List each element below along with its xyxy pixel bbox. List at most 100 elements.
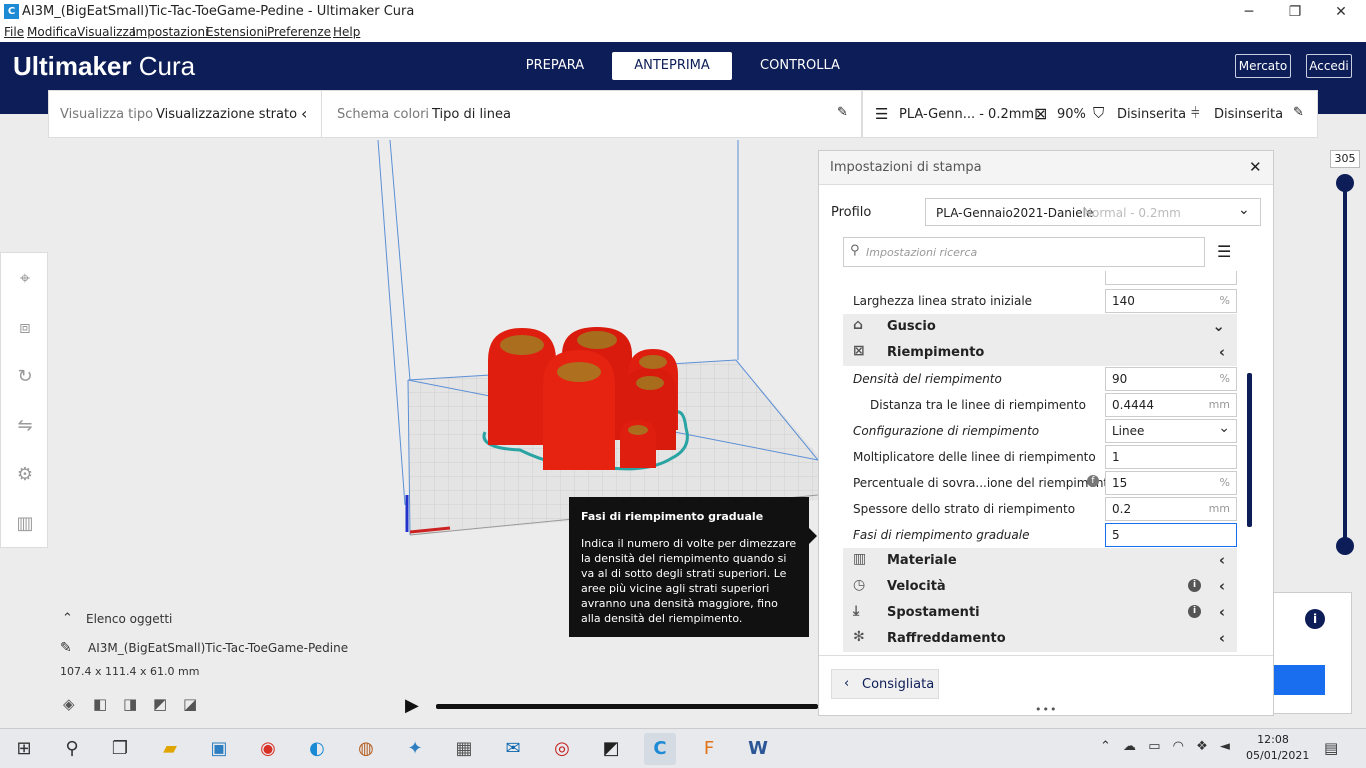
adhesion-icon: ⫩	[1191, 104, 1200, 122]
marketplace-button[interactable]: Mercato	[1235, 54, 1291, 78]
menu-preferenze[interactable]: Preferenze	[267, 25, 331, 39]
recommended-button[interactable]: ‹ Consigliata	[831, 669, 939, 699]
task-view-icon[interactable]: ❐	[104, 733, 136, 765]
edge-icon[interactable]: ◐	[301, 733, 333, 765]
settings-search-input[interactable]: ⚲ Impostazioni ricerca	[843, 237, 1205, 267]
category-raffreddamento[interactable]: ✻ Raffreddamento ‹	[843, 626, 1237, 652]
setting-row-line-multiplier[interactable]: Moltiplicatore delle linee di riempiment…	[849, 444, 1245, 470]
fusion-icon[interactable]: F	[693, 733, 725, 765]
info-icon[interactable]: i	[1305, 609, 1325, 629]
edit-pencil-icon[interactable]: ✎	[1293, 105, 1304, 120]
setting-row-infill-density[interactable]: Densità del riempimento 90%	[849, 366, 1245, 392]
category-materiale[interactable]: ▥ Materiale ‹	[843, 548, 1237, 574]
settings-scrollbar[interactable]	[1247, 373, 1252, 527]
setting-row-infill-pattern[interactable]: Configurazione di riempimento Linee ⌄	[849, 418, 1245, 444]
tab-anteprima[interactable]: ANTEPRIMA	[612, 52, 732, 80]
outlook-icon[interactable]: ✉	[497, 733, 529, 765]
menu-modifica[interactable]: Modifica	[27, 25, 77, 39]
windows-start-icon[interactable]: ⊞	[8, 733, 40, 765]
rotate-tool-icon[interactable]: ↻	[9, 361, 41, 393]
category-guscio[interactable]: ⌂ Guscio ⌄	[843, 314, 1237, 340]
chevron-up-icon[interactable]: ⌃	[62, 611, 73, 626]
color-scheme-label: Schema colori	[337, 107, 430, 122]
view-left-icon[interactable]: ◩	[153, 695, 167, 713]
object-list-toggle[interactable]: Elenco oggetti	[86, 612, 172, 626]
restore-button[interactable]: ❐	[1272, 2, 1318, 22]
tab-prepara[interactable]: PREPARA	[512, 52, 598, 80]
cloud-icon: ☁	[1123, 739, 1137, 754]
red-app-icon[interactable]: ◎	[546, 733, 578, 765]
tab-controlla[interactable]: CONTROLLA	[750, 52, 850, 80]
setting-row-overlap[interactable]: Percentuale di sovra...ione del riempime…	[849, 470, 1245, 496]
print-setup-bar[interactable]: ☰ PLA-Genn... - 0.2mm ⊠ 90% ⛉ Disinserit…	[862, 90, 1318, 138]
view-type-dropdown[interactable]: Visualizzazione strato	[156, 107, 297, 122]
action-panel: i	[1272, 592, 1352, 714]
edit-pencil-icon[interactable]: ✎	[837, 105, 848, 120]
view-front-icon[interactable]: ◧	[93, 695, 107, 713]
scale-tool-icon[interactable]: ⧈	[9, 312, 41, 344]
edit-pencil-icon[interactable]: ✎	[60, 640, 72, 656]
calculator-icon[interactable]: ▦	[448, 733, 480, 765]
infill-icon: ⊠	[853, 343, 865, 359]
setting-row-gradual-steps[interactable]: Fasi di riempimento graduale 5	[849, 522, 1245, 548]
system-tray[interactable]: ⌃ ☁ ▭ ◠ ❖ ◄	[1100, 739, 1230, 754]
profile-detail: Normal - 0.2mm	[1083, 206, 1181, 220]
close-icon[interactable]: ✕	[1249, 158, 1262, 176]
menu-visualizza[interactable]: Visualizza	[77, 25, 136, 39]
menu-help[interactable]: Help	[333, 25, 360, 39]
support-blocker-icon[interactable]: ▥	[9, 508, 41, 540]
signin-button[interactable]: Accedi	[1306, 54, 1352, 78]
category-spostamenti[interactable]: ⤓ Spostamenti i ‹	[843, 600, 1237, 626]
file-explorer-icon[interactable]: ▰	[154, 733, 186, 765]
search-icon[interactable]: ⚲	[56, 733, 88, 765]
category-velocita[interactable]: ◷ Velocità i ‹	[843, 574, 1237, 600]
path-slider[interactable]	[436, 704, 818, 709]
word-icon[interactable]: W	[742, 733, 774, 765]
setting-row-layer-thickness[interactable]: Spessore dello strato di riempimento 0.2…	[849, 496, 1245, 522]
menu-impostazioni[interactable]: Impostazioni	[132, 25, 208, 39]
color-scheme-dropdown[interactable]: Tipo di linea	[432, 107, 511, 122]
settings-menu-icon[interactable]: ☰	[1217, 242, 1231, 261]
setting-row-line-distance[interactable]: Distanza tra le linee di riempimento 0.4…	[849, 392, 1245, 418]
close-window-button[interactable]: ✕	[1318, 2, 1364, 22]
view-right-icon[interactable]: ◪	[183, 695, 197, 713]
profile-label: Profilo	[831, 205, 872, 220]
function-icon: f	[1087, 475, 1099, 487]
setting-row[interactable]: Larghezza linea strato iniziale 140%	[849, 288, 1245, 314]
per-model-settings-icon[interactable]: ⚙	[9, 459, 41, 491]
play-icon[interactable]: ▶	[405, 695, 419, 716]
chevron-left-icon: ‹	[1218, 603, 1225, 621]
layer-slider-track[interactable]	[1343, 182, 1347, 546]
category-riempimento[interactable]: ⊠ Riempimento ‹	[843, 340, 1237, 366]
profile-icon: ☰	[875, 105, 889, 123]
layer-slider-top-handle[interactable]	[1336, 174, 1354, 192]
move-tool-icon[interactable]: ⌖	[9, 263, 41, 295]
menu-file[interactable]: File	[4, 25, 24, 39]
photos-icon[interactable]: ▣	[203, 733, 235, 765]
view-top-icon[interactable]: ◨	[123, 695, 137, 713]
layer-top-value[interactable]: 305	[1330, 150, 1360, 168]
scrolled-row-fragment	[843, 271, 1239, 285]
slice-button[interactable]	[1273, 665, 1325, 695]
minimize-button[interactable]: ─	[1226, 2, 1272, 22]
app-icon[interactable]: ◍	[350, 733, 382, 765]
menu-estensioni[interactable]: Estensioni	[206, 25, 267, 39]
view-3d-icon[interactable]: ◈	[63, 695, 75, 713]
chevron-left-icon: ‹	[1218, 629, 1225, 647]
cura-taskbar-icon[interactable]: C	[644, 733, 676, 765]
settings-app-icon[interactable]: ✦	[399, 733, 431, 765]
sticky-notes-icon[interactable]: ◩	[595, 733, 627, 765]
resize-handle-icon[interactable]: •••	[1035, 703, 1057, 716]
support-icon: ⛉	[1093, 104, 1105, 122]
layer-slider-bottom-handle[interactable]	[1336, 537, 1354, 555]
profile-dropdown[interactable]: PLA-Gennaio2021-Daniele Normal - 0.2mm ⌄	[925, 198, 1261, 226]
chevron-left-icon[interactable]: ‹	[301, 104, 307, 123]
clock[interactable]: 12:08 05/01/2021	[1246, 733, 1309, 762]
mirror-tool-icon[interactable]: ⇋	[9, 410, 41, 442]
chrome-icon[interactable]: ◉	[252, 733, 284, 765]
3d-viewport[interactable]	[0, 138, 818, 728]
notifications-icon[interactable]: ▤	[1324, 739, 1338, 757]
input-fragment	[1105, 271, 1237, 285]
chevron-down-icon: ⌄	[1212, 317, 1225, 335]
object-dimensions: 107.4 x 111.4 x 61.0 mm	[60, 665, 200, 678]
